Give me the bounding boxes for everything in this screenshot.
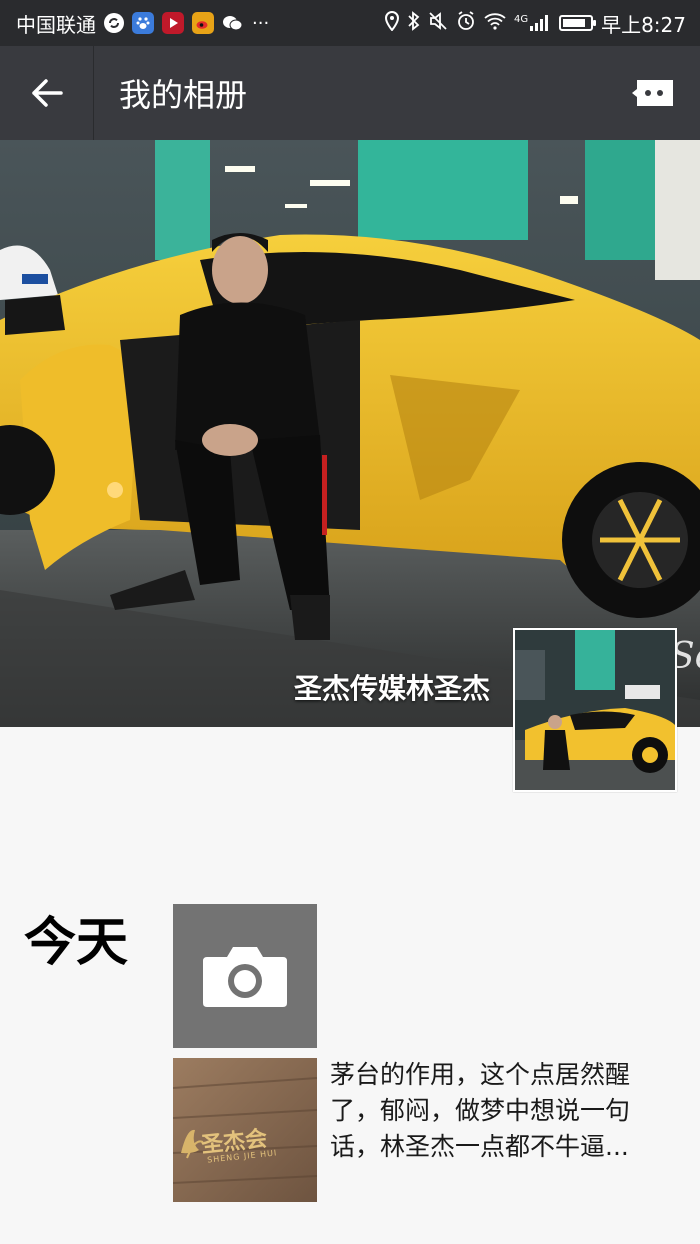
cellular-signal-icon: 4G — [514, 14, 551, 32]
post-text[interactable]: 茅台的作用，这个点居然醒了，郁闷，做梦中想说一句话，林圣杰一点都不牛逼... — [330, 1057, 670, 1165]
overflow-indicator: ··· — [252, 12, 270, 34]
page-title: 我的相册 — [119, 76, 248, 114]
camera-icon — [203, 947, 287, 1007]
nav-bar: 我的相册 — [0, 46, 700, 140]
wifi-icon — [484, 11, 506, 35]
alarm-icon — [456, 10, 476, 36]
weibo-icon — [192, 12, 214, 34]
sync-icon — [104, 13, 124, 33]
wechat-icon — [222, 12, 244, 34]
day-label: 今天 — [24, 913, 129, 973]
baidu-paw-icon — [132, 12, 154, 34]
back-button[interactable] — [0, 46, 94, 140]
battery-icon — [559, 15, 597, 31]
back-arrow-icon — [31, 79, 63, 107]
status-time: 早上8:27 — [601, 12, 686, 37]
post-thumbnail[interactable]: 圣杰会 SHENG JIE HUI — [173, 1058, 317, 1202]
video-player-icon — [162, 12, 184, 34]
add-photo-button[interactable] — [173, 904, 317, 1048]
avatar[interactable] — [513, 628, 677, 792]
mute-icon — [428, 11, 448, 36]
profile-name[interactable]: 圣杰传媒林圣杰 — [294, 667, 490, 707]
status-bar: 中国联通 ··· 4G 早上8:27 — [0, 0, 700, 46]
network-type-label: 4G — [513, 14, 529, 25]
more-button[interactable] — [631, 71, 675, 115]
message-more-icon — [632, 80, 673, 106]
album-page: 中国联通 ··· 4G 早上8:27 我的相册 S 圣杰传媒林圣杰 今天 圣杰会… — [0, 0, 700, 1244]
carrier-label: 中国联通 — [16, 12, 96, 37]
battery-level-fill — [563, 19, 586, 27]
bluetooth-icon — [408, 10, 420, 36]
location-icon — [384, 10, 400, 36]
